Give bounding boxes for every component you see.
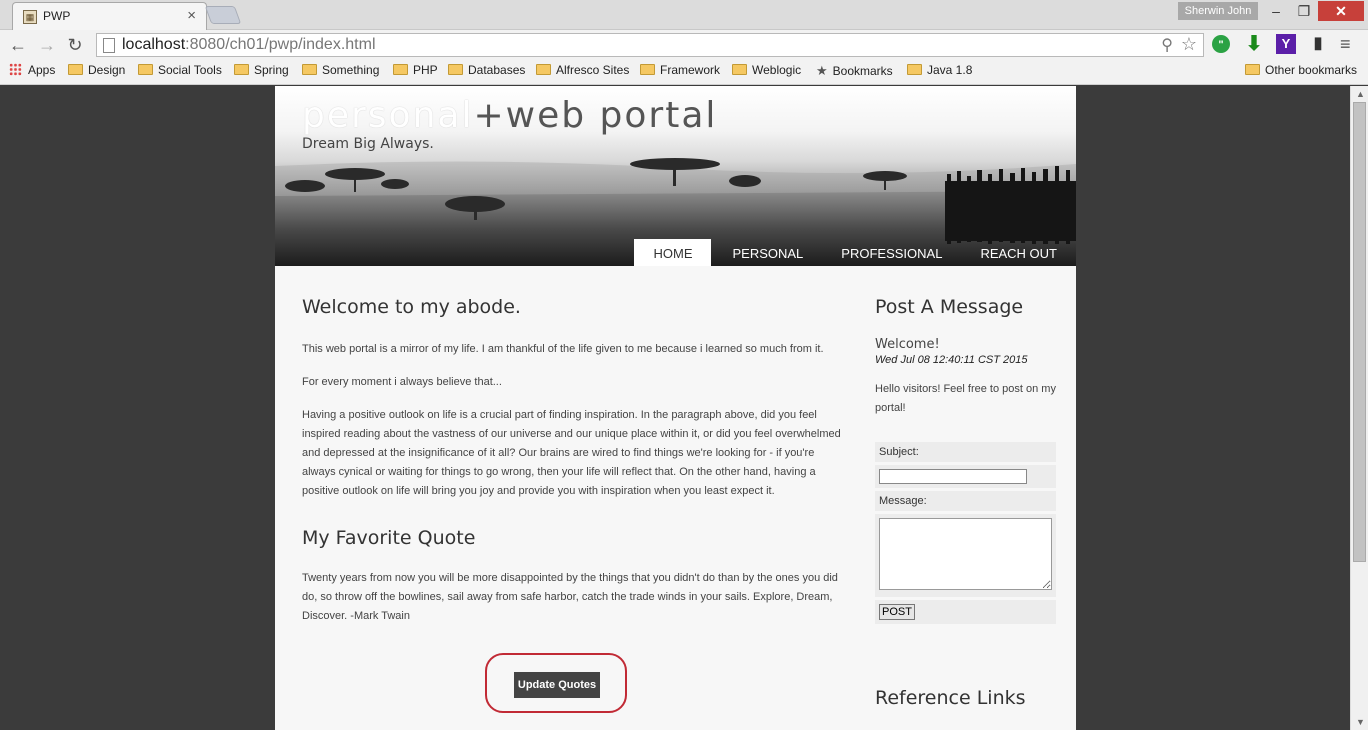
quote-paragraph: Twenty years from now you will be more d… xyxy=(302,572,838,622)
browser-window: ▦ PWP × Sherwin John – ❐ ✕ ← → ↻ localho… xyxy=(0,0,1368,730)
welcome-text: Welcome! xyxy=(875,337,940,352)
bookmark-star-icon: ★ xyxy=(816,63,828,78)
bookmark-apps[interactable]: Apps xyxy=(9,63,55,77)
web-page: personal+web portal Dream Big Always. HO… xyxy=(275,86,1076,730)
bookmark-weblogic[interactable]: Weblogic xyxy=(732,63,801,77)
reader-extension-icon[interactable]: ▮ xyxy=(1308,34,1328,54)
folder-icon xyxy=(1245,64,1260,75)
hangouts-extension-icon[interactable]: " xyxy=(1212,35,1230,53)
bookmark-databases[interactable]: Databases xyxy=(448,63,525,77)
bookmark-bookmarks[interactable]: ★ Bookmarks xyxy=(816,63,893,79)
maximize-button[interactable]: ❐ xyxy=(1290,1,1318,21)
page-icon xyxy=(103,38,115,53)
outlook-paragraph: Having a positive outlook on life is a c… xyxy=(302,409,841,497)
bookmark-design[interactable]: Design xyxy=(68,63,125,77)
tab-favicon-icon: ▦ xyxy=(23,10,37,24)
bookmark-php[interactable]: PHP xyxy=(393,63,438,77)
folder-icon xyxy=(234,64,249,75)
browser-menu-icon[interactable]: ≡ xyxy=(1340,34,1351,55)
folder-icon xyxy=(302,64,317,75)
site-title: personal+web portal xyxy=(302,95,718,136)
current-date: Wed Jul 08 12:40:11 CST 2015 xyxy=(875,354,1028,366)
folder-icon xyxy=(536,64,551,75)
bookmarks-bar: Apps Design Social Tools Spring Somethin… xyxy=(0,59,1368,85)
nav-personal[interactable]: PERSONAL xyxy=(713,239,822,266)
url-path: :8080/ch01/pwp/index.html xyxy=(185,36,376,53)
post-button[interactable]: POST xyxy=(879,604,915,620)
nav-professional[interactable]: PROFESSIONAL xyxy=(822,239,961,266)
intro-paragraph: This web portal is a mirror of my life. … xyxy=(302,343,824,355)
other-bookmarks[interactable]: Other bookmarks xyxy=(1245,63,1357,77)
scroll-thumb[interactable] xyxy=(1353,102,1366,562)
download-extension-icon[interactable]: ⬇ xyxy=(1244,34,1264,54)
nav-home[interactable]: HOME xyxy=(634,239,712,266)
post-message-heading: Post A Message xyxy=(875,296,1024,318)
folder-icon xyxy=(68,64,83,75)
browser-tab[interactable]: ▦ PWP × xyxy=(12,2,207,30)
tab-title: PWP xyxy=(43,9,71,23)
new-tab-button[interactable] xyxy=(204,6,242,24)
subject-row xyxy=(875,465,1056,488)
search-icon[interactable]: ⚲ xyxy=(1161,35,1173,55)
highlight-ring: Update Quotes xyxy=(485,653,627,713)
page-viewport: personal+web portal Dream Big Always. HO… xyxy=(0,86,1350,730)
folder-icon xyxy=(138,64,153,75)
reload-icon[interactable]: ↻ xyxy=(64,34,86,56)
minimize-button[interactable]: – xyxy=(1262,1,1290,21)
close-window-button[interactable]: ✕ xyxy=(1318,1,1364,21)
site-tagline: Dream Big Always. xyxy=(302,136,434,152)
bookmark-alfresco-sites[interactable]: Alfresco Sites xyxy=(536,63,629,77)
address-bar[interactable]: localhost:8080/ch01/pwp/index.html ⚲ ☆ xyxy=(96,33,1204,57)
bookmark-java[interactable]: Java 1.8 xyxy=(907,63,972,77)
message-row xyxy=(875,514,1056,597)
folder-icon xyxy=(448,64,463,75)
post-row: POST xyxy=(875,600,1056,624)
header-banner: personal+web portal Dream Big Always. HO… xyxy=(275,86,1076,266)
user-profile-badge[interactable]: Sherwin John xyxy=(1178,2,1258,20)
url-host: localhost xyxy=(122,36,186,53)
scroll-up-icon[interactable]: ▲ xyxy=(1356,89,1365,99)
sidebar: Post A Message Welcome! Wed Jul 08 12:40… xyxy=(875,296,1056,624)
folder-icon xyxy=(640,64,655,75)
folder-icon xyxy=(907,64,922,75)
title-bar: ▦ PWP × Sherwin John – ❐ ✕ xyxy=(0,0,1368,30)
main-content: Welcome to my abode. This web portal is … xyxy=(302,296,842,626)
subject-input[interactable] xyxy=(879,469,1027,484)
bookmark-social-tools[interactable]: Social Tools xyxy=(138,63,222,77)
folder-icon xyxy=(732,64,747,75)
scroll-down-icon[interactable]: ▼ xyxy=(1356,717,1365,727)
bookmark-something[interactable]: Something xyxy=(302,63,379,77)
back-arrow-icon[interactable]: ← xyxy=(7,34,29,56)
folder-icon xyxy=(393,64,408,75)
browser-toolbar: ← → ↻ localhost:8080/ch01/pwp/index.html… xyxy=(0,30,1368,59)
forward-arrow-icon[interactable]: → xyxy=(36,34,58,56)
update-quotes-button[interactable]: Update Quotes xyxy=(514,672,600,698)
site-nav: HOME PERSONAL PROFESSIONAL REACH OUT xyxy=(634,239,1076,266)
quote-heading: My Favorite Quote xyxy=(302,527,476,549)
welcome-heading: Welcome to my abode. xyxy=(302,296,521,318)
reference-links-heading: Reference Links xyxy=(875,687,1026,709)
nav-reach-out[interactable]: REACH OUT xyxy=(961,239,1076,266)
message-textarea[interactable] xyxy=(879,518,1052,590)
message-form: Subject: Message: POST xyxy=(875,442,1056,624)
subject-label: Subject: xyxy=(875,442,1056,462)
apps-grid-icon xyxy=(9,63,22,76)
bookmark-spring[interactable]: Spring xyxy=(234,63,289,77)
vertical-scrollbar[interactable]: ▲ ▼ xyxy=(1350,86,1368,730)
bookmark-framework[interactable]: Framework xyxy=(640,63,720,77)
url-text[interactable]: localhost:8080/ch01/pwp/index.html xyxy=(122,36,376,54)
bookmark-star-icon[interactable]: ☆ xyxy=(1181,34,1197,55)
tab-close-icon[interactable]: × xyxy=(187,7,196,24)
message-label: Message: xyxy=(875,491,1056,511)
yahoo-extension-icon[interactable]: Y xyxy=(1276,34,1296,54)
hello-text: Hello visitors! Feel free to post on my … xyxy=(875,383,1056,414)
belief-paragraph: For every moment i always believe that..… xyxy=(302,376,502,388)
